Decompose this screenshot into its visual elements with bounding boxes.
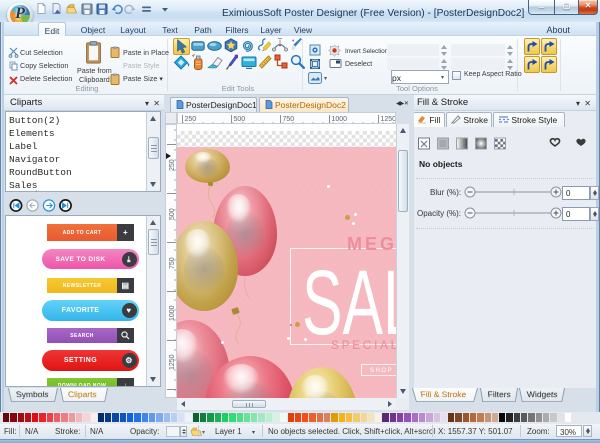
svg-text:250: 250 xyxy=(169,159,176,171)
svg-text:750: 750 xyxy=(283,116,295,123)
svg-text:1000: 1000 xyxy=(332,116,348,123)
svg-text:500: 500 xyxy=(169,208,176,220)
svg-text:500: 500 xyxy=(234,116,246,123)
svg-text:250: 250 xyxy=(185,116,197,123)
svg-text:1250: 1250 xyxy=(169,354,176,370)
svg-text:750: 750 xyxy=(169,257,176,269)
svg-text:1250: 1250 xyxy=(381,116,397,123)
svg-text:1000: 1000 xyxy=(169,305,176,321)
